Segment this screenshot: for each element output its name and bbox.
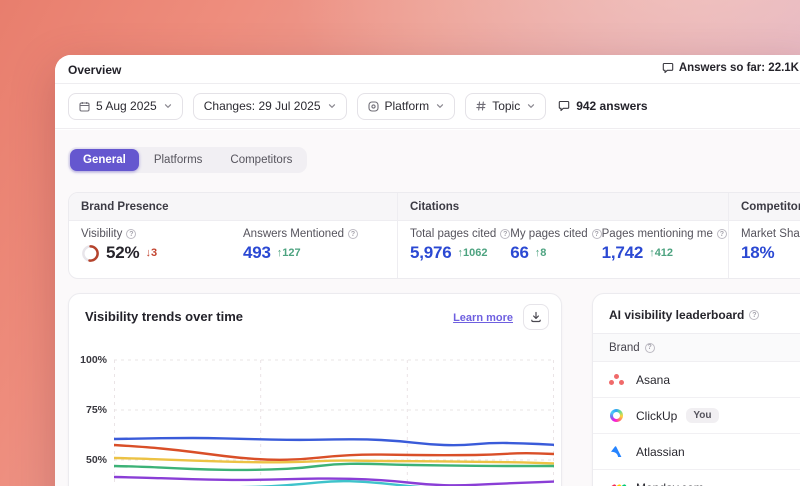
- chevron-down-icon: [328, 102, 336, 110]
- monday-logo-icon: [609, 481, 625, 486]
- dashboard-content: General Platforms Competitors Brand Pres…: [55, 130, 800, 486]
- leaderboard-row-clickup[interactable]: ClickUp You: [593, 398, 800, 434]
- metric-my-pages-cited: My pages cited 66 8: [510, 228, 601, 278]
- metrics-group-competitors: Competitors Market Share 18%: [728, 193, 800, 278]
- brand-name: Monday.com: [636, 481, 704, 486]
- learn-more-link[interactable]: Learn more: [453, 312, 513, 324]
- visibility-trends-card: Visibility trends over time Learn more 1…: [68, 293, 562, 486]
- leaderboard-row-atlassian[interactable]: Atlassian: [593, 434, 800, 470]
- download-button[interactable]: [523, 304, 549, 330]
- group-title-brand-presence: Brand Presence: [69, 193, 397, 221]
- tab-platforms[interactable]: Platforms: [141, 149, 216, 171]
- leaderboard-title: AI visibility leaderboard: [609, 308, 744, 322]
- brand-name: Atlassian: [636, 445, 685, 459]
- metric-my-pages-cited-delta: 8: [535, 247, 547, 259]
- topic-filter-button[interactable]: Topic: [465, 93, 546, 120]
- group-title-citations: Citations: [398, 193, 728, 221]
- download-icon: [530, 311, 542, 323]
- calendar-icon: [79, 101, 90, 112]
- ai-visibility-leaderboard-card: AI visibility leaderboard Brand Asana Cl…: [592, 293, 800, 486]
- platform-scope-icon: [368, 101, 379, 112]
- metric-pages-mentioning-me-delta: 412: [649, 247, 673, 259]
- metric-pages-mentioning-me-label: Pages mentioning me: [602, 228, 713, 240]
- filter-bar: 5 Aug 2025 Changes: 29 Jul 2025 Platform: [55, 84, 800, 129]
- metric-visibility-value: 52%: [106, 243, 139, 263]
- metric-visibility: Visibility 52% 3: [81, 228, 243, 278]
- metric-pages-mentioning-me-value: 1,742: [602, 243, 644, 263]
- platform-filter-label: Platform: [385, 99, 430, 113]
- chevron-down-icon: [164, 102, 172, 110]
- y-axis-tick-50: 50%: [71, 454, 107, 466]
- y-axis-tick-100: 100%: [71, 354, 107, 366]
- metric-total-pages-cited: Total pages cited 5,976 1062: [410, 228, 510, 278]
- answers-count: 942 answers: [558, 99, 647, 113]
- info-icon[interactable]: [348, 229, 358, 239]
- metric-total-pages-cited-delta: 1062: [458, 247, 488, 259]
- info-icon[interactable]: [592, 229, 602, 239]
- metrics-group-citations: Citations Total pages cited 5,976 1062: [397, 193, 728, 278]
- metrics-panel: Brand Presence Visibility 52%: [68, 192, 800, 279]
- metric-my-pages-cited-label: My pages cited: [510, 228, 587, 240]
- info-icon[interactable]: [126, 229, 136, 239]
- chevron-down-icon: [527, 102, 535, 110]
- chat-bubble-icon: [558, 100, 570, 112]
- metric-market-share-label: Market Share: [741, 228, 800, 240]
- leaderboard-row-asana[interactable]: Asana: [593, 362, 800, 398]
- chart-title: Visibility trends over time: [85, 309, 243, 324]
- changes-filter-button[interactable]: Changes: 29 Jul 2025: [193, 93, 347, 120]
- info-icon[interactable]: [645, 343, 655, 353]
- atlassian-logo-icon: [609, 445, 625, 459]
- metric-my-pages-cited-value: 66: [510, 243, 529, 263]
- metric-answers-mentioned-label: Answers Mentioned: [243, 228, 344, 240]
- chevron-down-icon: [436, 102, 444, 110]
- top-bar: Overview Answers so far: 22.1K: [55, 55, 800, 84]
- chat-bubble-icon: [662, 62, 674, 74]
- metric-answers-mentioned-value: 493: [243, 243, 271, 263]
- brand-name: Asana: [636, 373, 670, 387]
- group-title-competitors: Competitors: [729, 193, 800, 221]
- answers-count-text: 942 answers: [576, 99, 647, 113]
- metric-market-share: Market Share 18%: [741, 228, 800, 278]
- metric-visibility-label: Visibility: [81, 228, 122, 240]
- topic-filter-label: Topic: [492, 99, 520, 113]
- metric-pages-mentioning-me: Pages mentioning me 1,742 412: [602, 228, 727, 278]
- app-window: Overview Answers so far: 22.1K 5 Aug 202…: [55, 55, 800, 486]
- changes-filter-label: Changes: 29 Jul 2025: [204, 99, 321, 113]
- hash-icon: [476, 101, 486, 111]
- you-badge: You: [686, 408, 718, 423]
- trend-line-chart: [114, 350, 554, 486]
- info-icon[interactable]: [500, 229, 510, 239]
- platform-filter-button[interactable]: Platform: [357, 93, 456, 120]
- date-filter-button[interactable]: 5 Aug 2025: [68, 93, 183, 120]
- tab-competitors[interactable]: Competitors: [217, 149, 305, 171]
- info-icon[interactable]: [717, 229, 727, 239]
- y-axis-tick-75: 75%: [71, 404, 107, 416]
- metric-market-share-value: 18%: [741, 243, 774, 263]
- metric-total-pages-cited-value: 5,976: [410, 243, 452, 263]
- answers-so-far: Answers so far: 22.1K: [662, 62, 799, 74]
- asana-logo-icon: [609, 373, 625, 387]
- metric-visibility-delta: 3: [145, 247, 157, 259]
- leaderboard-row-monday[interactable]: Monday.com: [593, 470, 800, 486]
- brand-column-header: Brand: [609, 342, 640, 354]
- tab-strip: General Platforms Competitors: [68, 147, 307, 173]
- visibility-gauge-ring: [81, 244, 100, 263]
- tab-general[interactable]: General: [70, 149, 139, 171]
- answers-so-far-text: Answers so far: 22.1K: [679, 62, 799, 74]
- metric-answers-mentioned: Answers Mentioned 493 127: [243, 228, 358, 278]
- metrics-group-brand-presence: Brand Presence Visibility 52%: [69, 193, 397, 278]
- metric-total-pages-cited-label: Total pages cited: [410, 228, 496, 240]
- info-icon[interactable]: [749, 310, 759, 320]
- clickup-logo-icon: [609, 409, 625, 423]
- page-title: Overview: [68, 63, 121, 77]
- date-filter-label: 5 Aug 2025: [96, 99, 157, 113]
- brand-name: ClickUp: [636, 409, 677, 423]
- metric-answers-mentioned-delta: 127: [277, 247, 301, 259]
